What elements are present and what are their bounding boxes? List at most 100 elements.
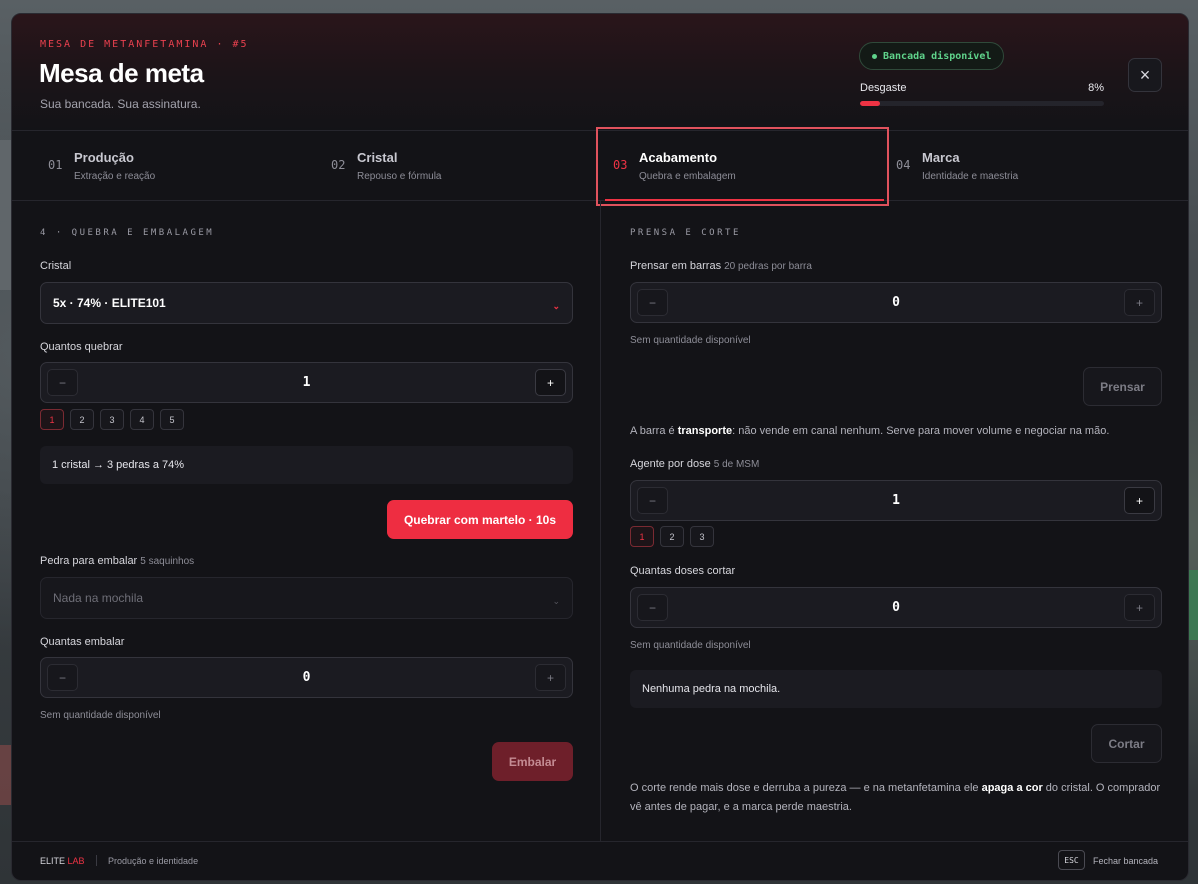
meth-table-modal: MESA DE METANFETAMINA · #5 Mesa de meta … (11, 13, 1189, 881)
break-increment-button[interactable]: + (535, 369, 566, 396)
break-qty-label: Quantos quebrar (40, 341, 123, 353)
agent-qty-stepper: − 1 + (630, 480, 1162, 521)
chevron-down-icon: ⌄ (552, 596, 560, 606)
pack-qty-stepper: − 0 + (40, 657, 573, 698)
press-label-text: Prensar em barras (630, 260, 722, 272)
status-text: Bancada disponível (883, 50, 992, 62)
plus-icon: + (546, 670, 554, 685)
pack-stone-select[interactable]: Nada na mochila ⌄ (40, 577, 573, 619)
crystal-select[interactable]: 5x · 74% · ELITE101 ⌄ (40, 282, 573, 324)
crystal-label: Cristal (40, 260, 72, 272)
header-eyebrow: MESA DE METANFETAMINA · #5 (40, 39, 249, 50)
cut-text-emphasis: apaga a cor (981, 782, 1043, 794)
break-qty-value[interactable]: 1 (81, 375, 532, 390)
tab-cristal[interactable]: 02 Cristal Repouso e fórmula (323, 131, 593, 201)
close-button[interactable]: × (1128, 58, 1162, 92)
minus-icon: − (648, 600, 656, 615)
page-subtitle: Sua bancada. Sua assinatura. (40, 97, 201, 111)
agent-label: Agente por dose 5 de MSM (630, 458, 759, 470)
cut-qty-stepper: − 0 + (630, 587, 1162, 628)
press-decrement-button[interactable]: − (637, 289, 668, 316)
minus-icon: − (58, 375, 66, 390)
tab-label: Marca (922, 150, 960, 165)
wear-progress-bar (860, 101, 1104, 106)
wear-label: Desgaste (860, 82, 907, 94)
tab-producao[interactable]: 01 Produção Extração e reação (40, 131, 310, 201)
break-qty-stepper: − 1 + (40, 362, 573, 403)
left-section-title: 4 · QUEBRA E EMBALAGEM (40, 228, 215, 238)
tab-description: Extração e reação (74, 171, 156, 182)
crystal-selected-value: 5x · 74% · ELITE101 (53, 296, 166, 310)
pack-button[interactable]: Embalar (492, 742, 573, 781)
bar-text-end: : não vende em canal nenhum. Serve para … (732, 425, 1110, 437)
column-divider (600, 201, 601, 842)
break-quick-chips: 1 2 3 4 5 (40, 409, 184, 430)
brand-logo: ELITE LAB (40, 856, 85, 866)
agent-hint: 5 de MSM (713, 459, 760, 470)
break-decrement-button[interactable]: − (47, 369, 78, 396)
plus-icon: + (1135, 493, 1143, 508)
agent-increment-button[interactable]: + (1124, 487, 1155, 514)
agent-chip-1[interactable]: 1 (630, 526, 654, 547)
press-qty-value[interactable]: 0 (671, 295, 1121, 310)
cut-qty-note: Sem quantidade disponível (630, 640, 751, 651)
press-hint: 20 pedras por barra (724, 261, 812, 272)
tab-description: Repouso e fórmula (357, 171, 442, 182)
press-qty-stepper: − 0 + (630, 282, 1162, 323)
close-icon: × (1139, 64, 1151, 85)
agent-chip-2[interactable]: 2 (660, 526, 684, 547)
minus-icon: − (58, 670, 66, 685)
cut-qty-label: Quantas doses cortar (630, 565, 736, 577)
footer-tagline: Produção e identidade (108, 856, 199, 866)
bar-text-emphasis: transporte (677, 425, 733, 437)
cut-text-start: O corte rende mais dose e derruba a pure… (630, 782, 979, 794)
cut-qty-value[interactable]: 0 (671, 600, 1121, 615)
cut-info: Nenhuma pedra na mochila. (630, 670, 1162, 708)
agent-decrement-button[interactable]: − (637, 487, 668, 514)
press-label: Prensar em barras 20 pedras por barra (630, 260, 812, 272)
minus-icon: − (648, 493, 656, 508)
close-hint-text: Fechar bancada (1093, 856, 1159, 866)
status-badge: Bancada disponível (859, 42, 1005, 70)
pack-decrement-button[interactable]: − (47, 664, 78, 691)
agent-label-text: Agente por dose (630, 458, 711, 470)
cut-button[interactable]: Cortar (1091, 724, 1162, 763)
tab-number: 04 (896, 158, 911, 172)
plus-icon: + (1135, 295, 1143, 310)
active-tab-highlight (596, 127, 889, 206)
press-button[interactable]: Prensar (1083, 367, 1162, 406)
tab-marca[interactable]: 04 Marca Identidade e maestria (888, 131, 1158, 201)
tab-number: 01 (48, 158, 63, 172)
pack-stone-hint: 5 saquinhos (140, 556, 195, 567)
press-qty-note: Sem quantidade disponível (630, 335, 751, 346)
pack-stone-selected-value: Nada na mochila (53, 591, 144, 605)
break-chip-2[interactable]: 2 (70, 409, 94, 430)
footer-separator (96, 855, 97, 866)
cut-decrement-button[interactable]: − (637, 594, 668, 621)
chevron-down-icon: ⌄ (552, 301, 560, 311)
bar-text-start: A barra é (630, 425, 675, 437)
status-dot-icon (872, 53, 877, 59)
break-chip-3[interactable]: 3 (100, 409, 124, 430)
brand-main: ELITE (40, 856, 66, 866)
break-chip-1[interactable]: 1 (40, 409, 64, 430)
break-result-info: 1 cristal → 3 pedras a 74% (40, 446, 573, 484)
minus-icon: − (648, 295, 656, 310)
cut-explanation: O corte rende mais dose e derruba a pure… (630, 779, 1162, 817)
break-with-hammer-button[interactable]: Quebrar com martelo · 10s (387, 500, 573, 539)
press-increment-button[interactable]: + (1124, 289, 1155, 316)
tab-number: 02 (331, 158, 346, 172)
tab-label: Cristal (357, 150, 398, 165)
agent-chip-3[interactable]: 3 (690, 526, 714, 547)
agent-qty-value[interactable]: 1 (671, 493, 1121, 508)
cut-increment-button[interactable]: + (1124, 594, 1155, 621)
pack-increment-button[interactable]: + (535, 664, 566, 691)
pack-qty-value[interactable]: 0 (81, 670, 532, 685)
break-chip-4[interactable]: 4 (130, 409, 154, 430)
pack-stone-label: Pedra para embalar 5 saquinhos (40, 555, 194, 567)
pack-qty-note: Sem quantidade disponível (40, 710, 161, 721)
modal-footer: ELITE LAB Produção e identidade ESC Fech… (12, 841, 1188, 880)
esc-key-hint: ESC (1058, 850, 1085, 870)
tab-description: Identidade e maestria (922, 171, 1019, 182)
break-chip-5[interactable]: 5 (160, 409, 184, 430)
